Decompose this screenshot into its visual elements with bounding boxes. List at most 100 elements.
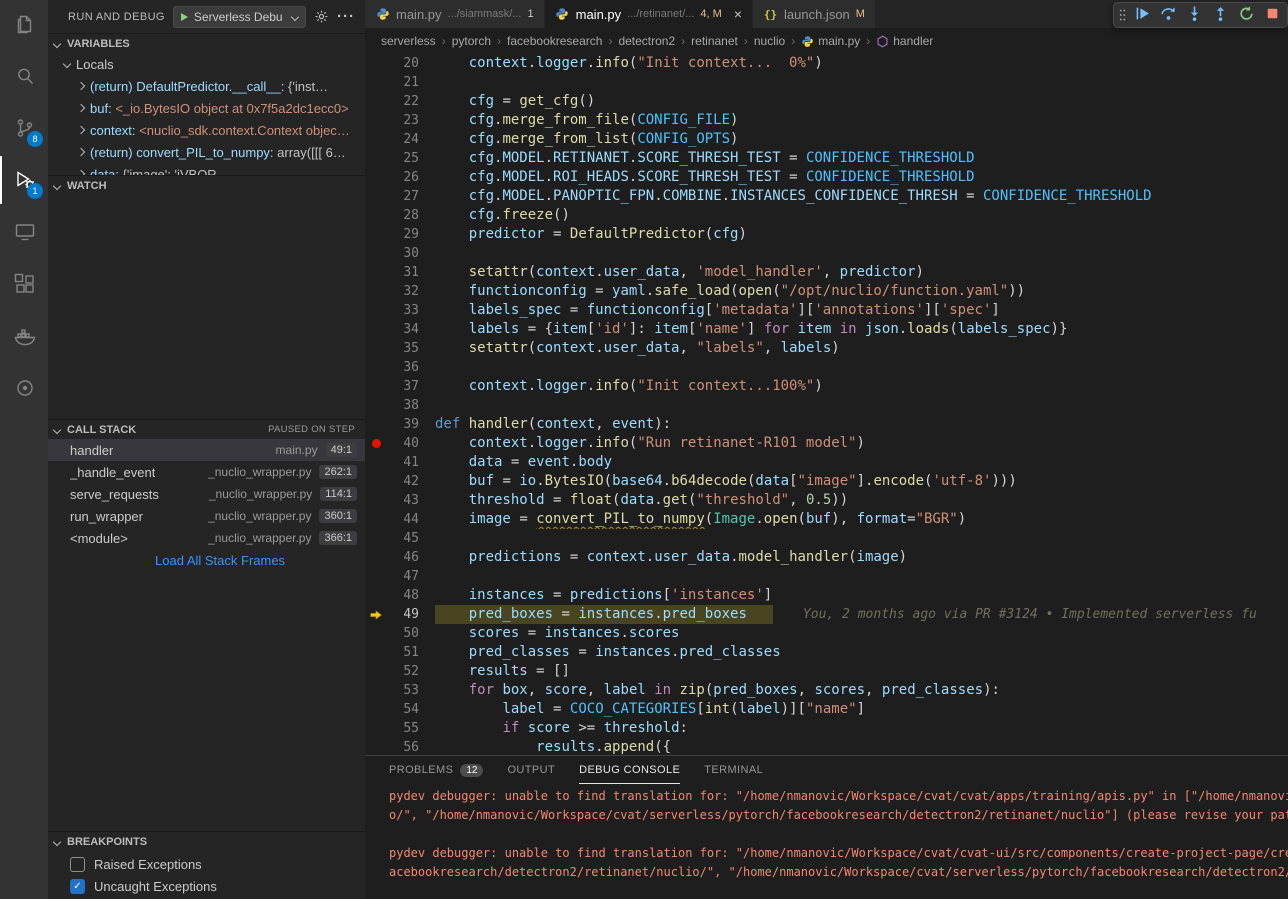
code-line[interactable]: 31 setattr(context.user_data, 'model_han…: [365, 263, 1288, 282]
scope-locals[interactable]: Locals: [48, 53, 365, 75]
load-all-stack-frames-link[interactable]: Load All Stack Frames: [48, 549, 365, 571]
code-line[interactable]: 33 labels_spec = functionconfig['metadat…: [365, 301, 1288, 320]
code-line[interactable]: 40 context.logger.info("Run retinanet-R1…: [365, 434, 1288, 453]
activity-item-explorer[interactable]: [0, 0, 48, 48]
gutter-breakpoint-column[interactable]: [365, 225, 387, 244]
gutter-breakpoint-column[interactable]: [365, 130, 387, 149]
activity-item-test-explorer[interactable]: [0, 364, 48, 412]
gutter-breakpoint-column[interactable]: [365, 700, 387, 719]
stack-frame[interactable]: <module>_nuclio_wrapper.py366:1: [48, 527, 365, 549]
gutter-breakpoint-column[interactable]: [365, 738, 387, 755]
editor-tab[interactable]: main.py.../siammask/...1: [365, 0, 545, 28]
gutter-breakpoint-column[interactable]: [365, 510, 387, 529]
code-line[interactable]: 37 context.logger.info("Init context...1…: [365, 377, 1288, 396]
debug-settings-gear-icon[interactable]: [314, 9, 329, 24]
code-line[interactable]: 36: [365, 358, 1288, 377]
code-line[interactable]: 26 cfg.MODEL.ROI_HEADS.SCORE_THRESH_TEST…: [365, 168, 1288, 187]
debug-continue-button[interactable]: [1129, 3, 1155, 27]
gutter-breakpoint-column[interactable]: [365, 491, 387, 510]
gutter-breakpoint-column[interactable]: [365, 434, 387, 453]
code-line[interactable]: 56 results.append({: [365, 738, 1288, 755]
gutter-breakpoint-column[interactable]: [365, 149, 387, 168]
gutter-breakpoint-column[interactable]: [365, 586, 387, 605]
gutter-breakpoint-column[interactable]: [365, 605, 387, 624]
panel-tab-problems[interactable]: PROBLEMS12: [389, 756, 483, 784]
code-line[interactable]: 24 cfg.merge_from_list(CONFIG_OPTS): [365, 130, 1288, 149]
code-line[interactable]: 20 context.logger.info("Init context... …: [365, 54, 1288, 73]
breadcrumb-item[interactable]: retinanet: [691, 34, 738, 48]
variable-row[interactable]: data: {'image': 'iVBOR…: [48, 163, 365, 175]
stack-frame[interactable]: run_wrapper_nuclio_wrapper.py360:1: [48, 505, 365, 527]
launch-config-select[interactable]: Serverless Debu: [173, 6, 306, 28]
gutter-breakpoint-column[interactable]: [365, 187, 387, 206]
stack-frame[interactable]: _handle_event_nuclio_wrapper.py262:1: [48, 461, 365, 483]
gutter-breakpoint-column[interactable]: [365, 643, 387, 662]
breakpoints-section-header[interactable]: BREAKPOINTS: [48, 831, 365, 851]
code-editor[interactable]: 20 context.logger.info("Init context... …: [365, 54, 1288, 755]
gutter-breakpoint-column[interactable]: [365, 244, 387, 263]
gutter-breakpoint-column[interactable]: [365, 111, 387, 130]
code-line[interactable]: 49 pred_boxes = instances.pred_boxesYou,…: [365, 605, 1288, 624]
variable-row[interactable]: (return) DefaultPredictor.__call__: {'in…: [48, 75, 365, 97]
stack-frame[interactable]: handlermain.py49:1: [48, 439, 365, 461]
gutter-breakpoint-column[interactable]: [365, 73, 387, 92]
gutter-breakpoint-column[interactable]: [365, 529, 387, 548]
editor-tab[interactable]: {}launch.jsonM: [753, 0, 876, 28]
code-line[interactable]: 35 setattr(context.user_data, "labels", …: [365, 339, 1288, 358]
views-more-actions-icon[interactable]: ···: [337, 8, 355, 25]
gutter-breakpoint-column[interactable]: [365, 168, 387, 187]
code-line[interactable]: 45: [365, 529, 1288, 548]
watch-section-header[interactable]: WATCH: [48, 175, 365, 195]
debug-restart-button[interactable]: [1233, 3, 1259, 27]
code-line[interactable]: 54 label = COCO_CATEGORIES[int(label)]["…: [365, 700, 1288, 719]
gutter-breakpoint-column[interactable]: [365, 396, 387, 415]
debug-step-out-button[interactable]: [1207, 3, 1233, 27]
code-line[interactable]: 52 results = []: [365, 662, 1288, 681]
gutter-breakpoint-column[interactable]: [365, 548, 387, 567]
gutter-breakpoint-column[interactable]: [365, 624, 387, 643]
code-line[interactable]: 48 instances = predictions['instances']: [365, 586, 1288, 605]
code-line[interactable]: 55 if score >= threshold:: [365, 719, 1288, 738]
gutter-breakpoint-column[interactable]: [365, 263, 387, 282]
panel-tab-output[interactable]: OUTPUT: [507, 756, 555, 784]
activity-item-extensions[interactable]: [0, 260, 48, 308]
call-stack-section-header[interactable]: CALL STACK PAUSED ON STEP: [48, 419, 365, 439]
gutter-breakpoint-column[interactable]: [365, 339, 387, 358]
gutter-breakpoint-column[interactable]: [365, 92, 387, 111]
checkbox[interactable]: [70, 857, 85, 872]
gutter-breakpoint-column[interactable]: [365, 662, 387, 681]
code-line[interactable]: 28 cfg.freeze(): [365, 206, 1288, 225]
breakpoint-row[interactable]: ✓Uncaught Exceptions: [48, 875, 365, 897]
code-line[interactable]: 44 image = convert_PIL_to_numpy(Image.op…: [365, 510, 1288, 529]
breadcrumb-item[interactable]: handler: [876, 34, 933, 48]
code-line[interactable]: 51 pred_classes = instances.pred_classes: [365, 643, 1288, 662]
code-line[interactable]: 22 cfg = get_cfg(): [365, 92, 1288, 111]
code-line[interactable]: 53 for box, score, label in zip(pred_box…: [365, 681, 1288, 700]
close-icon[interactable]: ×: [734, 7, 742, 21]
variable-row[interactable]: (return) convert_PIL_to_numpy: array([[[…: [48, 141, 365, 163]
editor-tab[interactable]: main.py.../retinanet/...4, M×: [545, 0, 753, 28]
stack-frame[interactable]: serve_requests_nuclio_wrapper.py114:1: [48, 483, 365, 505]
breadcrumb-item[interactable]: detectron2: [618, 34, 675, 48]
gutter-breakpoint-column[interactable]: [365, 472, 387, 491]
breadcrumb-item[interactable]: nuclio: [754, 34, 785, 48]
gutter-breakpoint-column[interactable]: [365, 54, 387, 73]
gutter-breakpoint-column[interactable]: [365, 320, 387, 339]
panel-tab-terminal[interactable]: TERMINAL: [704, 756, 763, 784]
breadcrumb-item[interactable]: main.py: [801, 34, 860, 48]
code-line[interactable]: 25 cfg.MODEL.RETINANET.SCORE_THRESH_TEST…: [365, 149, 1288, 168]
gutter-breakpoint-column[interactable]: [365, 377, 387, 396]
code-line[interactable]: 38: [365, 396, 1288, 415]
gutter-breakpoint-column[interactable]: [365, 415, 387, 434]
code-line[interactable]: 50 scores = instances.scores: [365, 624, 1288, 643]
toolbar-drag-grip-icon[interactable]: [1116, 7, 1129, 23]
code-line[interactable]: 46 predictions = context.user_data.model…: [365, 548, 1288, 567]
checkbox[interactable]: ✓: [70, 879, 85, 894]
code-line[interactable]: 42 buf = io.BytesIO(base64.b64decode(dat…: [365, 472, 1288, 491]
code-line[interactable]: 21: [365, 73, 1288, 92]
gutter-breakpoint-column[interactable]: [365, 567, 387, 586]
activity-item-source-control[interactable]: 8: [0, 104, 48, 152]
debug-stop-button[interactable]: [1259, 3, 1285, 27]
gutter-breakpoint-column[interactable]: [365, 282, 387, 301]
breadcrumb-item[interactable]: pytorch: [452, 34, 491, 48]
